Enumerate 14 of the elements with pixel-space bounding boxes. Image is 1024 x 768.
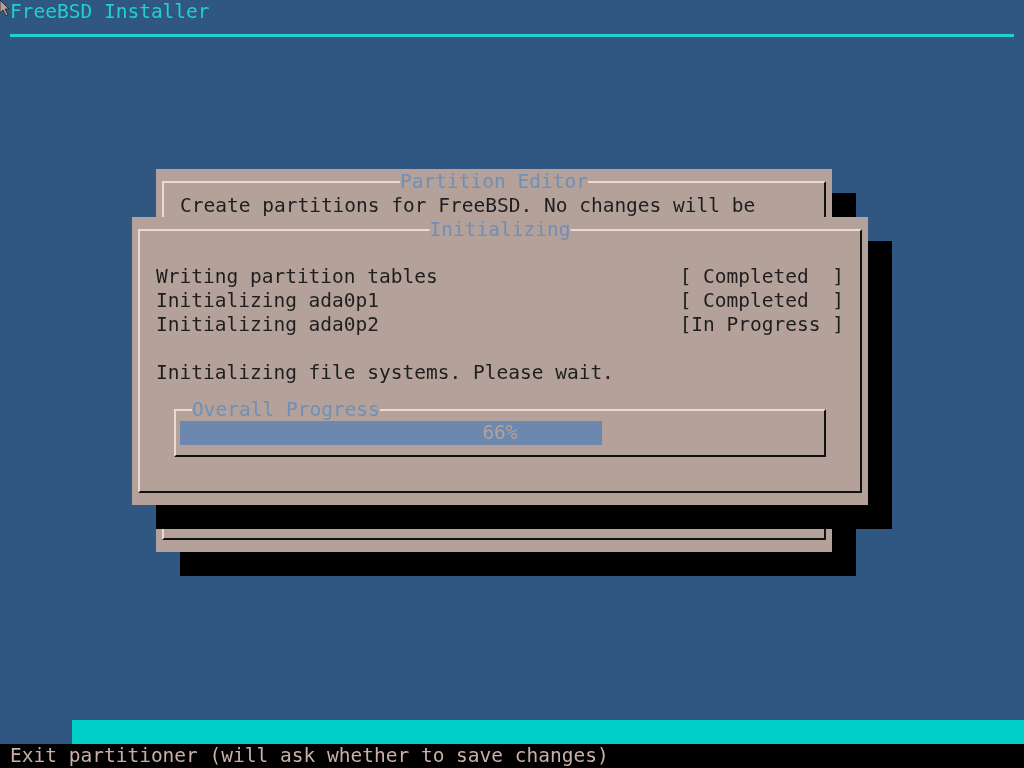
- status-text: Exit partitioner (will ask whether to save changes): [10, 744, 609, 767]
- dialog-text: Create partitions for FreeBSD. No changes will be: [180, 194, 756, 218]
- task-status: [ Completed ]: [679, 265, 844, 289]
- task-name: Initializing ada0p2: [156, 313, 380, 337]
- progress-percent: 66%: [482, 421, 518, 445]
- task-status: [ Completed ]: [679, 289, 844, 313]
- progress-title: Overall Progress: [192, 398, 380, 422]
- dialog-title: Initializing: [429, 218, 571, 242]
- task-name: Writing partition tables: [156, 265, 438, 289]
- task-name: Initializing ada0p1: [156, 289, 380, 313]
- task-status: [In Progress ]: [679, 313, 844, 337]
- status-message: Initializing file systems. Please wait.: [156, 361, 614, 385]
- mouse-pointer-icon: [0, 0, 10, 16]
- installer-title: FreeBSD Installer: [10, 0, 210, 24]
